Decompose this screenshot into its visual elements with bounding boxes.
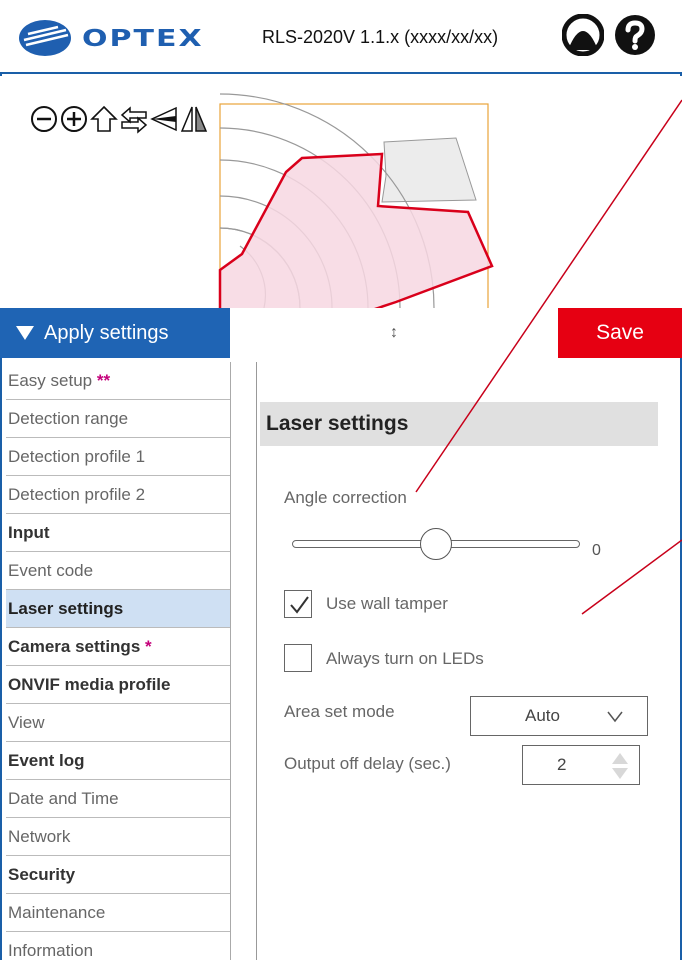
content-divider <box>256 362 257 960</box>
version-label: RLS-2020V 1.1.x (xxxx/xx/xx) <box>262 27 499 47</box>
unsaved-marker: * <box>145 637 152 656</box>
sidebar-item-easy-setup[interactable]: Easy setup ** <box>6 362 230 400</box>
sidebar-item-detection-profile-1[interactable]: Detection profile 1 <box>6 438 230 476</box>
help-icon[interactable] <box>614 14 656 56</box>
optex-logo-mark-icon <box>19 20 71 56</box>
step-down-icon[interactable] <box>611 767 629 781</box>
header: OPTEX RLS-2020V 1.1.x (xxxx/xx/xx) <box>0 0 682 74</box>
sidebar-nav: Easy setup ** Detection range Detection … <box>6 362 231 960</box>
apply-settings-label: Apply settings <box>44 321 169 344</box>
sidebar-item-event-log[interactable]: Event log <box>6 742 230 780</box>
sidebar-item-security[interactable]: Security <box>6 856 230 894</box>
area-set-mode-value: Auto <box>525 706 560 725</box>
area-set-mode-label: Area set mode <box>284 702 395 721</box>
sidebar-item-laser-settings[interactable]: Laser settings <box>6 590 230 628</box>
swap-arrows-icon[interactable] <box>120 104 148 134</box>
section-title: Laser settings <box>260 402 658 446</box>
detection-area-view[interactable] <box>0 76 682 308</box>
save-button[interactable]: Save <box>558 308 682 358</box>
sidebar-item-detection-profile-2[interactable]: Detection profile 2 <box>6 476 230 514</box>
triangle-down-icon <box>16 326 34 340</box>
check-mark-icon <box>290 596 309 614</box>
sidebar-item-detection-range[interactable]: Detection range <box>6 400 230 438</box>
wall-tamper-label: Use wall tamper <box>326 594 448 613</box>
zoom-in-icon[interactable] <box>60 104 88 134</box>
settings-panel: Laser settings Angle correction 0 Use wa… <box>258 362 682 960</box>
zoom-out-icon[interactable] <box>30 104 58 134</box>
area-set-mode-select[interactable]: Auto <box>470 696 648 736</box>
chevron-down-icon <box>607 711 623 723</box>
output-off-delay-stepper[interactable]: 2 <box>522 745 640 785</box>
optex-logo: OPTEX <box>18 18 204 58</box>
apply-bar: Apply settings ↕ Save <box>0 308 682 358</box>
sidebar-item-view[interactable]: View <box>6 704 230 742</box>
home-icon[interactable] <box>90 104 118 134</box>
step-up-icon[interactable] <box>611 751 629 765</box>
sidebar-item-date-and-time[interactable]: Date and Time <box>6 780 230 818</box>
sidebar-item-maintenance[interactable]: Maintenance <box>6 894 230 932</box>
angle-correction-value: 0 <box>592 542 601 559</box>
sidebar-item-input[interactable]: Input <box>6 514 230 552</box>
sidebar-item-network[interactable]: Network <box>6 818 230 856</box>
unsaved-marker: ** <box>96 371 111 390</box>
sidebar-item-information[interactable]: Information <box>6 932 230 960</box>
always-leds-checkbox[interactable] <box>284 644 312 672</box>
wall-tamper-checkbox[interactable] <box>284 590 312 618</box>
angle-correction-label: Angle correction <box>284 488 407 507</box>
angle-correction-slider-knob[interactable] <box>420 528 452 560</box>
apply-settings-button[interactable]: Apply settings <box>0 308 230 358</box>
logo-text: OPTEX <box>82 24 204 52</box>
flip-vertical-icon[interactable] <box>150 104 178 134</box>
output-off-delay-label: Output off delay (sec.) <box>284 754 451 773</box>
sidebar-item-camera-settings[interactable]: Camera settings * <box>6 628 230 666</box>
resize-handle[interactable]: ↕ <box>230 308 558 358</box>
always-leds-label: Always turn on LEDs <box>326 649 484 668</box>
user-icon[interactable] <box>562 14 604 56</box>
sidebar-item-event-code[interactable]: Event code <box>6 552 230 590</box>
output-off-delay-value[interactable]: 2 <box>557 755 566 775</box>
sidebar-item-onvif-media-profile[interactable]: ONVIF media profile <box>6 666 230 704</box>
view-toolbar <box>30 104 208 134</box>
flip-horizontal-icon[interactable] <box>180 104 208 134</box>
excluded-region <box>381 137 477 203</box>
